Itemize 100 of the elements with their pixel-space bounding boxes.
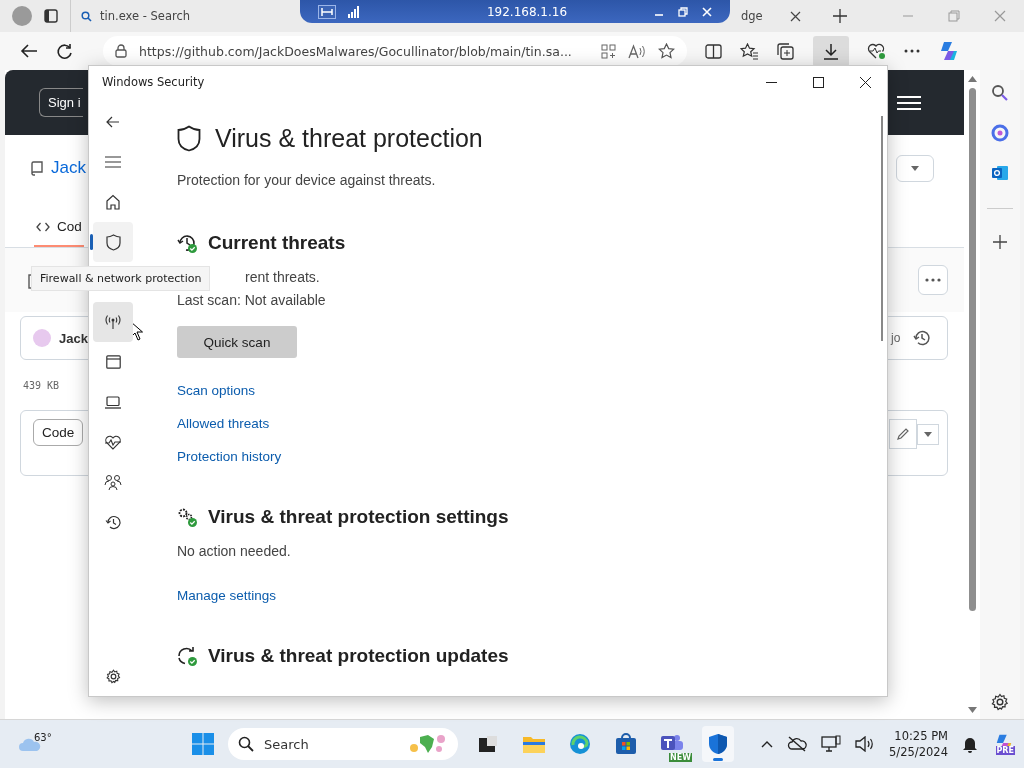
section-heading: Current threats <box>208 232 346 254</box>
settings-icon[interactable] <box>991 693 1009 711</box>
remote-host: 192.168.1.16 <box>485 4 569 19</box>
store-icon <box>615 733 637 755</box>
page-subtitle: Protection for your device against threats. <box>177 172 437 188</box>
preview-badge: PRE <box>995 746 1015 755</box>
status-text: Last scan: Not available <box>177 291 326 310</box>
scroll-up-icon[interactable] <box>967 76 977 82</box>
clock-time[interactable]: 10:25 PM <box>894 728 948 744</box>
back-icon[interactable] <box>106 116 120 128</box>
link[interactable]: Protection history <box>177 447 282 466</box>
app-grid-icon[interactable] <box>601 43 616 59</box>
search-field[interactable]: Search <box>228 728 458 760</box>
more-icon <box>925 278 941 282</box>
repo-link[interactable]: Jack <box>51 158 86 178</box>
refresh-check-icon <box>177 645 198 667</box>
refresh-icon[interactable] <box>56 42 73 60</box>
search-icon <box>238 736 254 752</box>
cloud-off-icon[interactable] <box>787 736 808 752</box>
copilot-button[interactable]: PRE <box>992 733 1016 755</box>
app-window-icon <box>105 355 121 369</box>
favorites-icon[interactable] <box>740 42 759 60</box>
clock-date[interactable]: 5/25/2024 <box>889 744 948 760</box>
history-icon <box>104 513 122 531</box>
window-title: Windows Security <box>102 75 206 89</box>
heart-pulse-icon[interactable] <box>867 42 886 60</box>
read-aloud-icon[interactable] <box>628 43 646 59</box>
status-text: No action needed. <box>177 542 291 561</box>
outlook-icon[interactable] <box>991 164 1009 182</box>
scroll-down-icon[interactable] <box>967 707 977 713</box>
bell-icon[interactable] <box>962 735 978 753</box>
address-field[interactable]: https://github.com/JackDoesMalwares/Gocullinator/blob/main/tin.sa... <box>103 36 687 66</box>
pin-icon[interactable] <box>318 4 336 19</box>
network-icon[interactable] <box>821 735 842 753</box>
heart-pulse-icon <box>104 434 122 450</box>
scrollbar-thumb[interactable] <box>968 88 976 611</box>
settings-icon[interactable] <box>105 668 121 684</box>
flower-map-icon <box>408 733 448 755</box>
collections-icon[interactable] <box>777 42 795 60</box>
close-icon[interactable] <box>860 76 871 88</box>
commit-text: jo <box>891 331 901 345</box>
laptop-icon <box>105 395 121 409</box>
user-name[interactable]: Jack <box>59 330 88 346</box>
add-icon[interactable] <box>993 235 1007 249</box>
caret-icon <box>911 165 919 171</box>
more-icon[interactable] <box>904 49 920 53</box>
pencil-icon <box>896 427 910 441</box>
chevron-up-icon[interactable] <box>761 740 774 748</box>
split-screen-icon[interactable] <box>705 43 722 59</box>
window-icon <box>477 734 499 754</box>
home-icon <box>105 194 121 210</box>
lock-icon <box>115 44 127 58</box>
tooltip: Firewall & network protection <box>31 266 211 291</box>
history-icon[interactable] <box>913 329 932 347</box>
user-avatar <box>33 329 51 347</box>
search-icon[interactable] <box>991 84 1009 102</box>
mouse-cursor-icon <box>130 321 144 341</box>
sign-in-button[interactable]: Sign i <box>39 88 83 117</box>
browser-tab[interactable]: dge <box>731 0 811 32</box>
restore-icon[interactable] <box>678 6 688 17</box>
scrollbar-thumb[interactable] <box>881 116 883 341</box>
nav-item[interactable] <box>93 302 133 342</box>
shield-icon <box>708 733 728 755</box>
shield-icon <box>177 125 201 152</box>
volume-icon[interactable] <box>855 736 876 752</box>
edit-button[interactable] <box>889 419 917 449</box>
start-icon[interactable] <box>192 733 214 755</box>
scrollbar[interactable] <box>964 70 980 719</box>
section-heading: Virus & threat protection updates <box>208 645 509 667</box>
new-tab-icon[interactable] <box>833 9 847 23</box>
maximize-icon[interactable] <box>813 76 824 88</box>
clock-check-icon <box>177 232 198 254</box>
close-icon[interactable] <box>790 10 801 22</box>
quick-scan-button[interactable]: Quick scan <box>177 326 297 358</box>
repo-icon <box>30 160 43 176</box>
shield-icon <box>105 233 121 251</box>
search-icon <box>81 10 92 22</box>
link[interactable]: Scan options <box>177 381 282 400</box>
link[interactable]: Allowed threats <box>177 414 282 433</box>
file-size: 439 KB <box>23 379 60 391</box>
star-icon[interactable] <box>658 43 675 59</box>
new-badge: NEW <box>669 753 692 762</box>
status-text: rent threats. <box>245 268 320 287</box>
edge-icon <box>569 733 591 755</box>
link[interactable]: Manage settings <box>177 586 277 605</box>
nav-item[interactable] <box>93 222 133 262</box>
downloads-button[interactable] <box>813 35 849 67</box>
antenna-icon <box>104 314 122 330</box>
gears-check-icon <box>177 506 198 528</box>
tab-actions-icon[interactable] <box>44 9 58 23</box>
copilot-icon[interactable] <box>991 124 1009 142</box>
folder-icon <box>522 734 546 754</box>
copilot-icon[interactable] <box>938 40 960 62</box>
taskbar-app[interactable] <box>702 726 734 762</box>
dropdown-button[interactable] <box>917 423 939 445</box>
back-icon[interactable] <box>20 43 38 59</box>
download-icon <box>823 42 839 60</box>
code-button[interactable]: Code <box>33 419 84 446</box>
signal-icon <box>348 5 360 18</box>
temperature[interactable]: 63° <box>34 732 52 743</box>
